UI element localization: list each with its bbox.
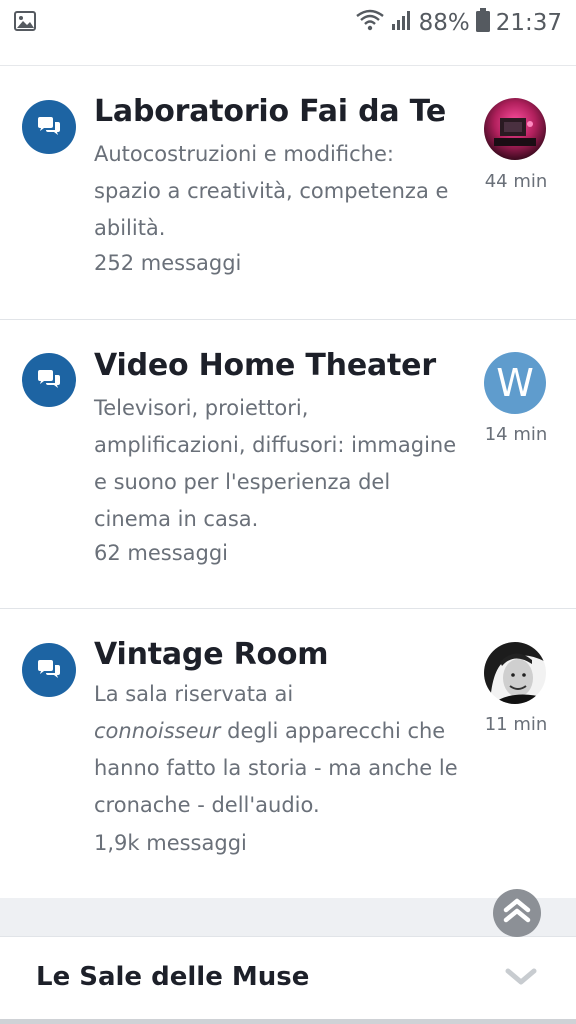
chevron-up-icon <box>502 897 532 929</box>
forum-description: Autocostruzioni e modifiche: spazio a cr… <box>94 142 449 240</box>
forum-message-count: 252 messaggi <box>94 251 242 275</box>
section-title: Le Sale delle Muse <box>36 962 310 992</box>
bottom-edge <box>0 1019 576 1024</box>
forum-row[interactable]: Vintage Room La sala riservata ai connois… <box>0 609 576 898</box>
scroll-to-top-button[interactable] <box>493 889 541 937</box>
signal-icon <box>391 9 413 37</box>
chat-bubbles-icon <box>22 353 76 407</box>
forum-title[interactable]: Laboratorio Fai da Te <box>94 94 446 129</box>
last-post-time: 11 min <box>484 714 548 735</box>
battery-percent: 88% <box>418 10 470 36</box>
avatar[interactable]: W <box>484 352 546 414</box>
clock: 21:37 <box>495 10 562 36</box>
forum-description: Televisori, proiettori, amplificazioni, … <box>94 396 457 531</box>
status-bar: 88% 21:37 <box>0 0 576 46</box>
chat-bubbles-icon <box>22 100 76 154</box>
forum-message-count: 62 messaggi <box>94 541 229 565</box>
avatar[interactable] <box>484 642 546 704</box>
forum-description: La sala riservata ai connoisseur degli ap… <box>94 676 466 824</box>
gallery-icon <box>14 11 36 35</box>
forum-row[interactable]: Laboratorio Fai da Te Autocostruzioni e … <box>0 66 576 319</box>
description-text: La sala riservata ai <box>94 682 294 706</box>
avatar[interactable] <box>484 98 546 160</box>
last-post-time: 44 min <box>484 171 548 192</box>
chat-bubbles-icon <box>22 643 76 697</box>
forum-title[interactable]: Video Home Theater <box>94 348 436 383</box>
forum-message-count: 1,9k messaggi <box>94 831 247 855</box>
section-separator <box>0 898 576 936</box>
section-header[interactable]: Le Sale delle Muse <box>0 936 576 1024</box>
forum-row[interactable]: Video Home Theater Televisori, proiettor… <box>0 320 576 608</box>
battery-icon <box>475 8 490 38</box>
forum-title[interactable]: Vintage Room <box>94 637 329 672</box>
last-post-time: 14 min <box>484 424 548 445</box>
description-emphasis: connoisseur <box>94 719 221 743</box>
chevron-down-icon[interactable] <box>505 967 537 991</box>
wifi-icon <box>355 9 385 37</box>
